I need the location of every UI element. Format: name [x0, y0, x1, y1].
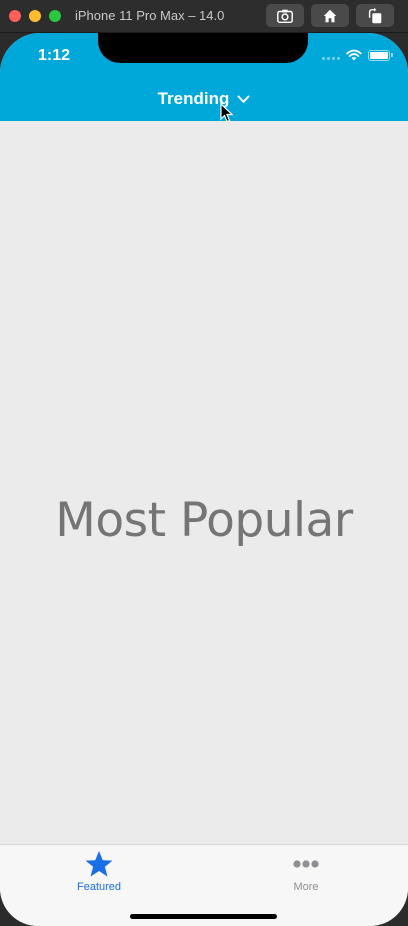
tab-bar: Featured More: [0, 844, 408, 926]
tab-featured[interactable]: Featured: [44, 849, 154, 894]
device-screen: 1:12 Trending Most Popular Featured More: [0, 33, 408, 926]
more-icon: [293, 860, 319, 868]
screenshot-icon: [277, 9, 293, 23]
tab-more[interactable]: More: [251, 849, 361, 894]
minimize-window-button[interactable]: [29, 10, 41, 22]
wifi-icon: [346, 49, 362, 61]
main-content-label: Most Popular: [55, 493, 353, 548]
star-icon: [85, 851, 113, 877]
rotate-icon: [368, 7, 382, 23]
chevron-down-icon: [237, 95, 250, 104]
trending-dropdown[interactable]: Trending: [0, 89, 408, 109]
home-indicator[interactable]: [130, 914, 277, 919]
device-notch: [98, 33, 308, 63]
home-icon: [323, 9, 337, 22]
simulator-titlebar: iPhone 11 Pro Max – 14.0: [0, 0, 408, 33]
zoom-window-button[interactable]: [49, 10, 61, 22]
nav-title: Trending: [157, 89, 230, 108]
navigation-bar: 1:12 Trending: [0, 33, 408, 123]
close-window-button[interactable]: [9, 10, 21, 22]
cellular-signal-icon: [322, 50, 340, 60]
status-indicators: [322, 49, 393, 61]
mouse-cursor-icon: [220, 103, 234, 123]
battery-icon: [368, 49, 393, 61]
tab-featured-label: Featured: [76, 881, 122, 893]
screenshot-button[interactable]: [266, 4, 304, 27]
tab-more-label: More: [293, 881, 319, 893]
simulator-title: iPhone 11 Pro Max – 14.0: [75, 8, 225, 23]
home-button[interactable]: [311, 4, 349, 27]
status-time: 1:12: [38, 47, 71, 64]
rotate-button[interactable]: [356, 4, 394, 27]
